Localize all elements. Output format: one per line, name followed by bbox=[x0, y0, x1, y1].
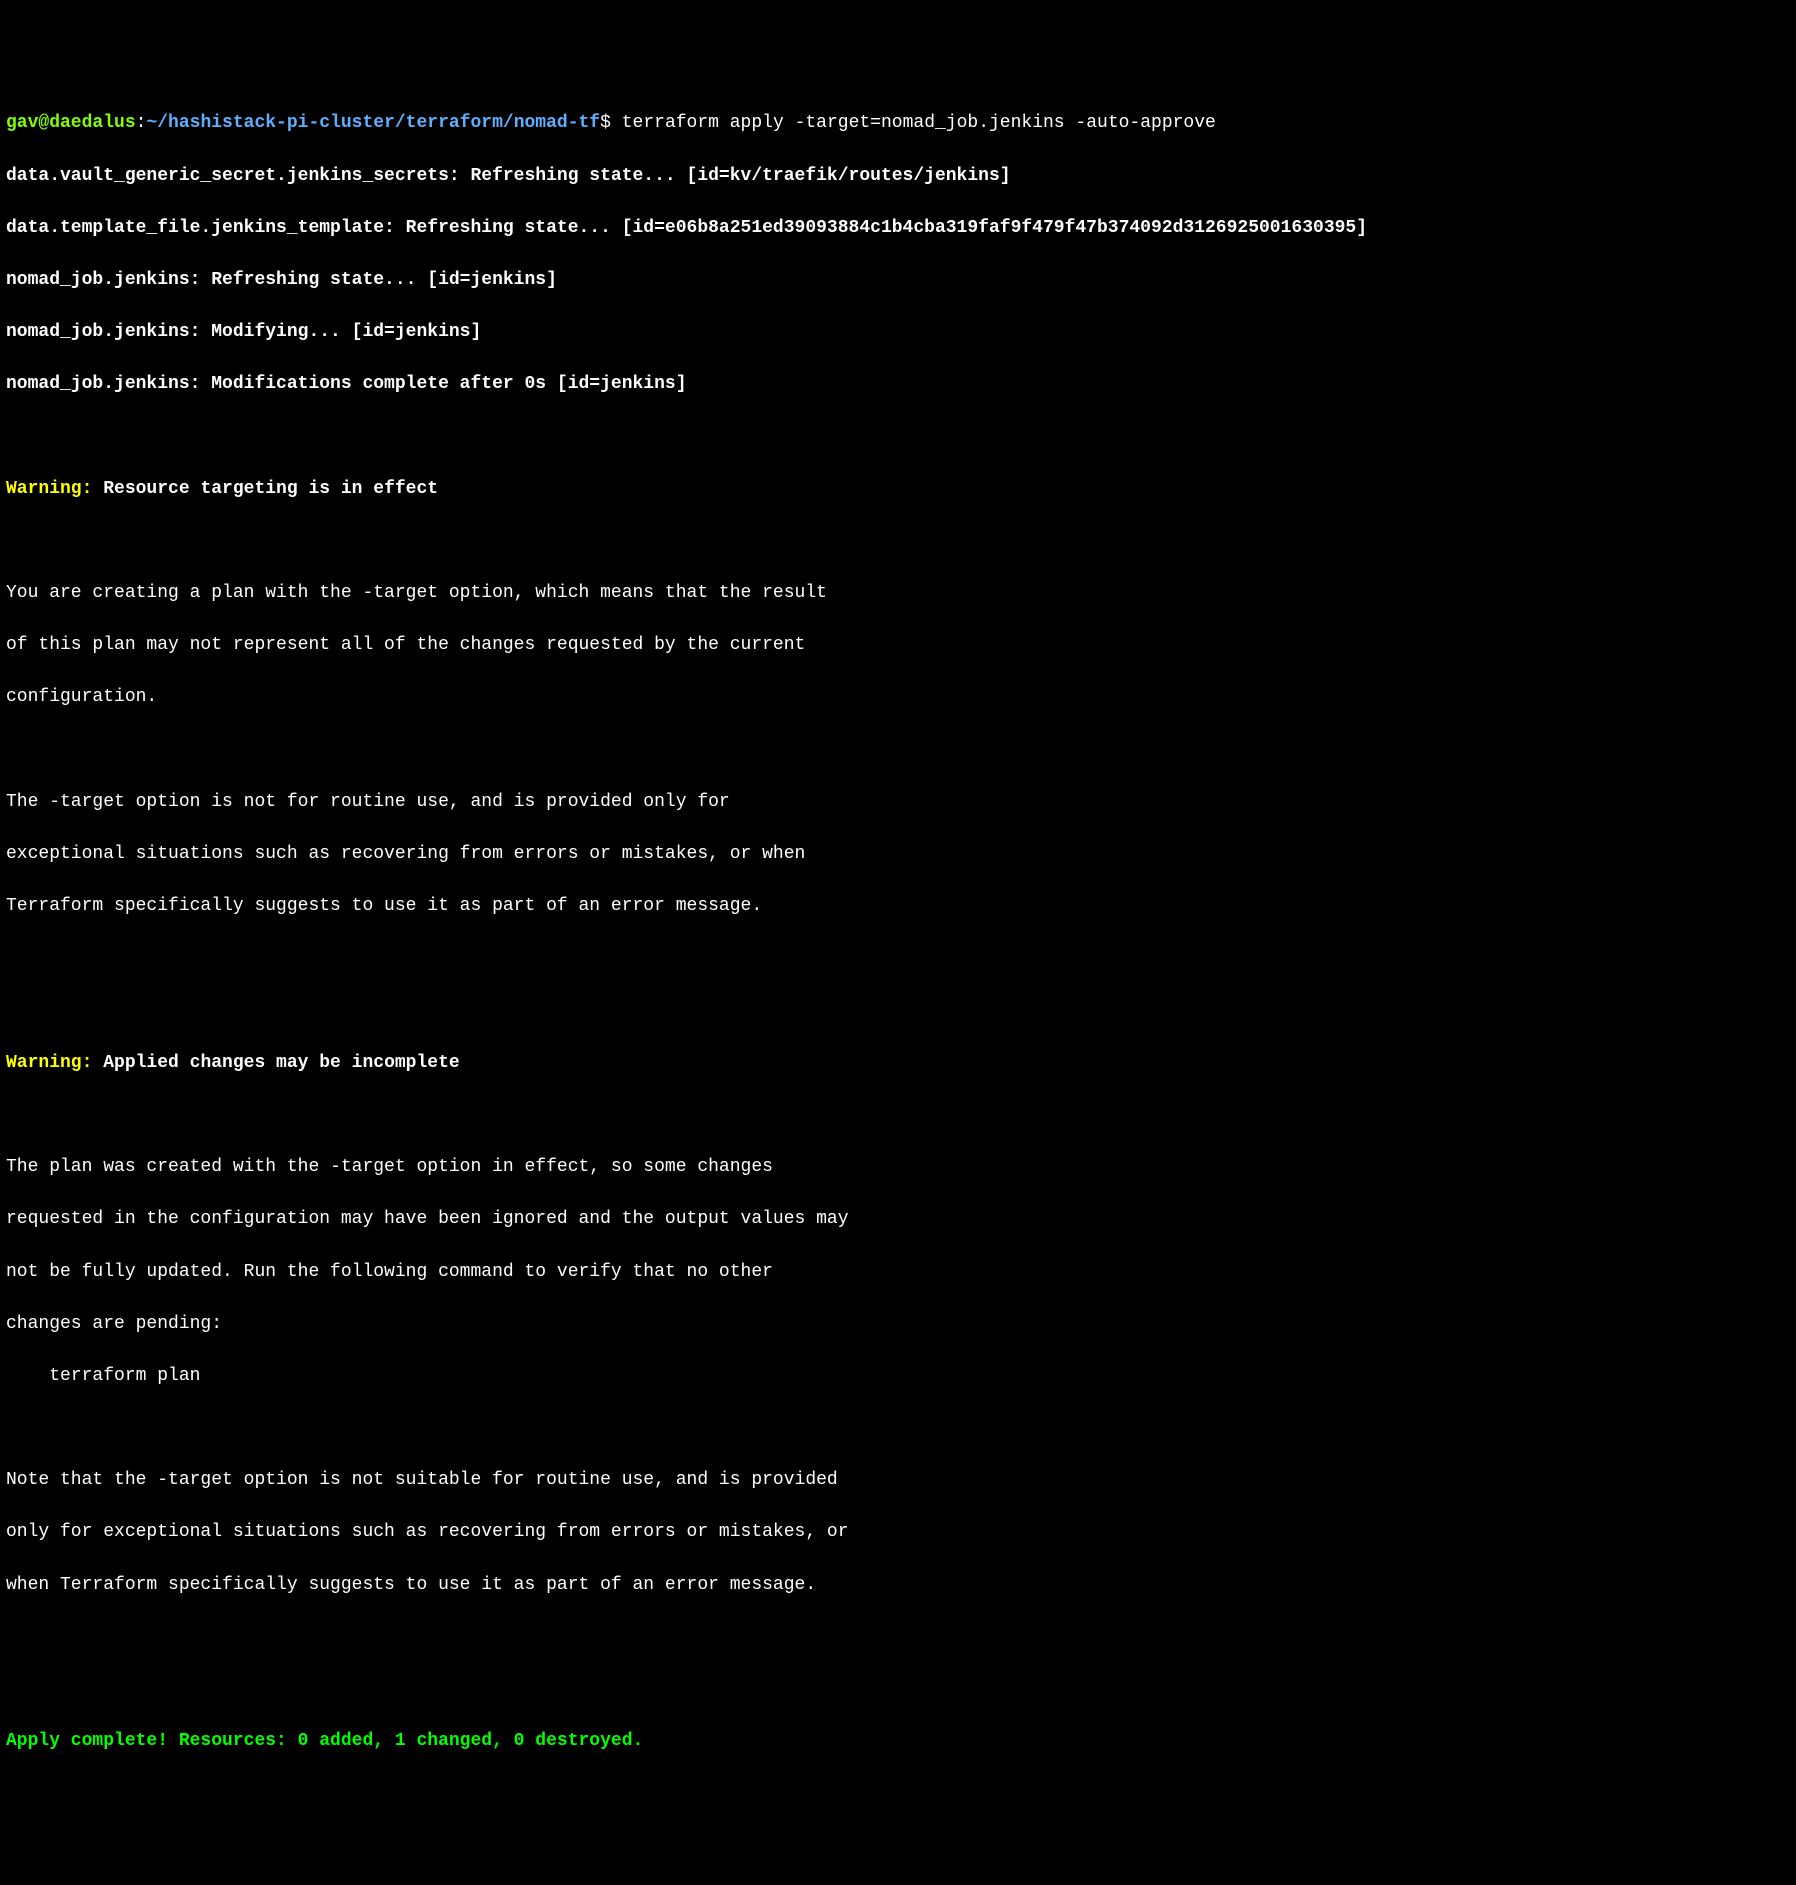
prompt-dollar: $ bbox=[600, 113, 611, 133]
warning-1-body-4: The -target option is not for routine us… bbox=[6, 789, 1790, 815]
warning-1-header: Warning: Resource targeting is in effect bbox=[6, 476, 1790, 502]
warning-2-body-7: only for exceptional situations such as … bbox=[6, 1519, 1790, 1545]
prompt-colon: : bbox=[136, 113, 147, 133]
blank-line bbox=[6, 737, 1790, 763]
command-text: terraform apply -target=nomad_job.jenkin… bbox=[611, 113, 1216, 133]
warning-label: Warning: bbox=[6, 1053, 92, 1073]
warning-title: Resource targeting is in effect bbox=[92, 479, 438, 499]
blank-line bbox=[6, 998, 1790, 1024]
output-line-1: data.vault_generic_secret.jenkins_secret… bbox=[6, 163, 1790, 189]
apply-complete-line: Apply complete! Resources: 0 added, 1 ch… bbox=[6, 1728, 1790, 1754]
warning-2-body-1: The plan was created with the -target op… bbox=[6, 1154, 1790, 1180]
prompt-line: gav@daedalus:~/hashistack-pi-cluster/ter… bbox=[6, 110, 1790, 136]
blank-line bbox=[6, 424, 1790, 450]
output-line-3: nomad_job.jenkins: Refreshing state... [… bbox=[6, 267, 1790, 293]
terminal-output[interactable]: gav@daedalus:~/hashistack-pi-cluster/ter… bbox=[6, 110, 1790, 1754]
blank-line bbox=[6, 1676, 1790, 1702]
warning-2-header: Warning: Applied changes may be incomple… bbox=[6, 1050, 1790, 1076]
blank-line bbox=[6, 1102, 1790, 1128]
warning-2-body-4: changes are pending: bbox=[6, 1311, 1790, 1337]
warning-1-body-2: of this plan may not represent all of th… bbox=[6, 632, 1790, 658]
output-line-4: nomad_job.jenkins: Modifying... [id=jenk… bbox=[6, 319, 1790, 345]
blank-line bbox=[6, 945, 1790, 971]
warning-1-body-5: exceptional situations such as recoverin… bbox=[6, 841, 1790, 867]
warning-1-body-1: You are creating a plan with the -target… bbox=[6, 580, 1790, 606]
output-line-2: data.template_file.jenkins_template: Ref… bbox=[6, 215, 1790, 241]
prompt-user: gav@daedalus bbox=[6, 113, 136, 133]
blank-line bbox=[6, 1415, 1790, 1441]
warning-2-body-6: Note that the -target option is not suit… bbox=[6, 1467, 1790, 1493]
blank-line bbox=[6, 528, 1790, 554]
warning-2-body-2: requested in the configuration may have … bbox=[6, 1206, 1790, 1232]
warning-1-body-3: configuration. bbox=[6, 684, 1790, 710]
warning-2-body-8: when Terraform specifically suggests to … bbox=[6, 1572, 1790, 1598]
warning-title: Applied changes may be incomplete bbox=[92, 1053, 459, 1073]
blank-line bbox=[6, 1624, 1790, 1650]
prompt-path: ~/hashistack-pi-cluster/terraform/nomad-… bbox=[146, 113, 600, 133]
warning-2-body-3: not be fully updated. Run the following … bbox=[6, 1259, 1790, 1285]
warning-1-body-6: Terraform specifically suggests to use i… bbox=[6, 893, 1790, 919]
warning-2-body-5: terraform plan bbox=[6, 1363, 1790, 1389]
warning-label: Warning: bbox=[6, 479, 92, 499]
output-line-5: nomad_job.jenkins: Modifications complet… bbox=[6, 371, 1790, 397]
